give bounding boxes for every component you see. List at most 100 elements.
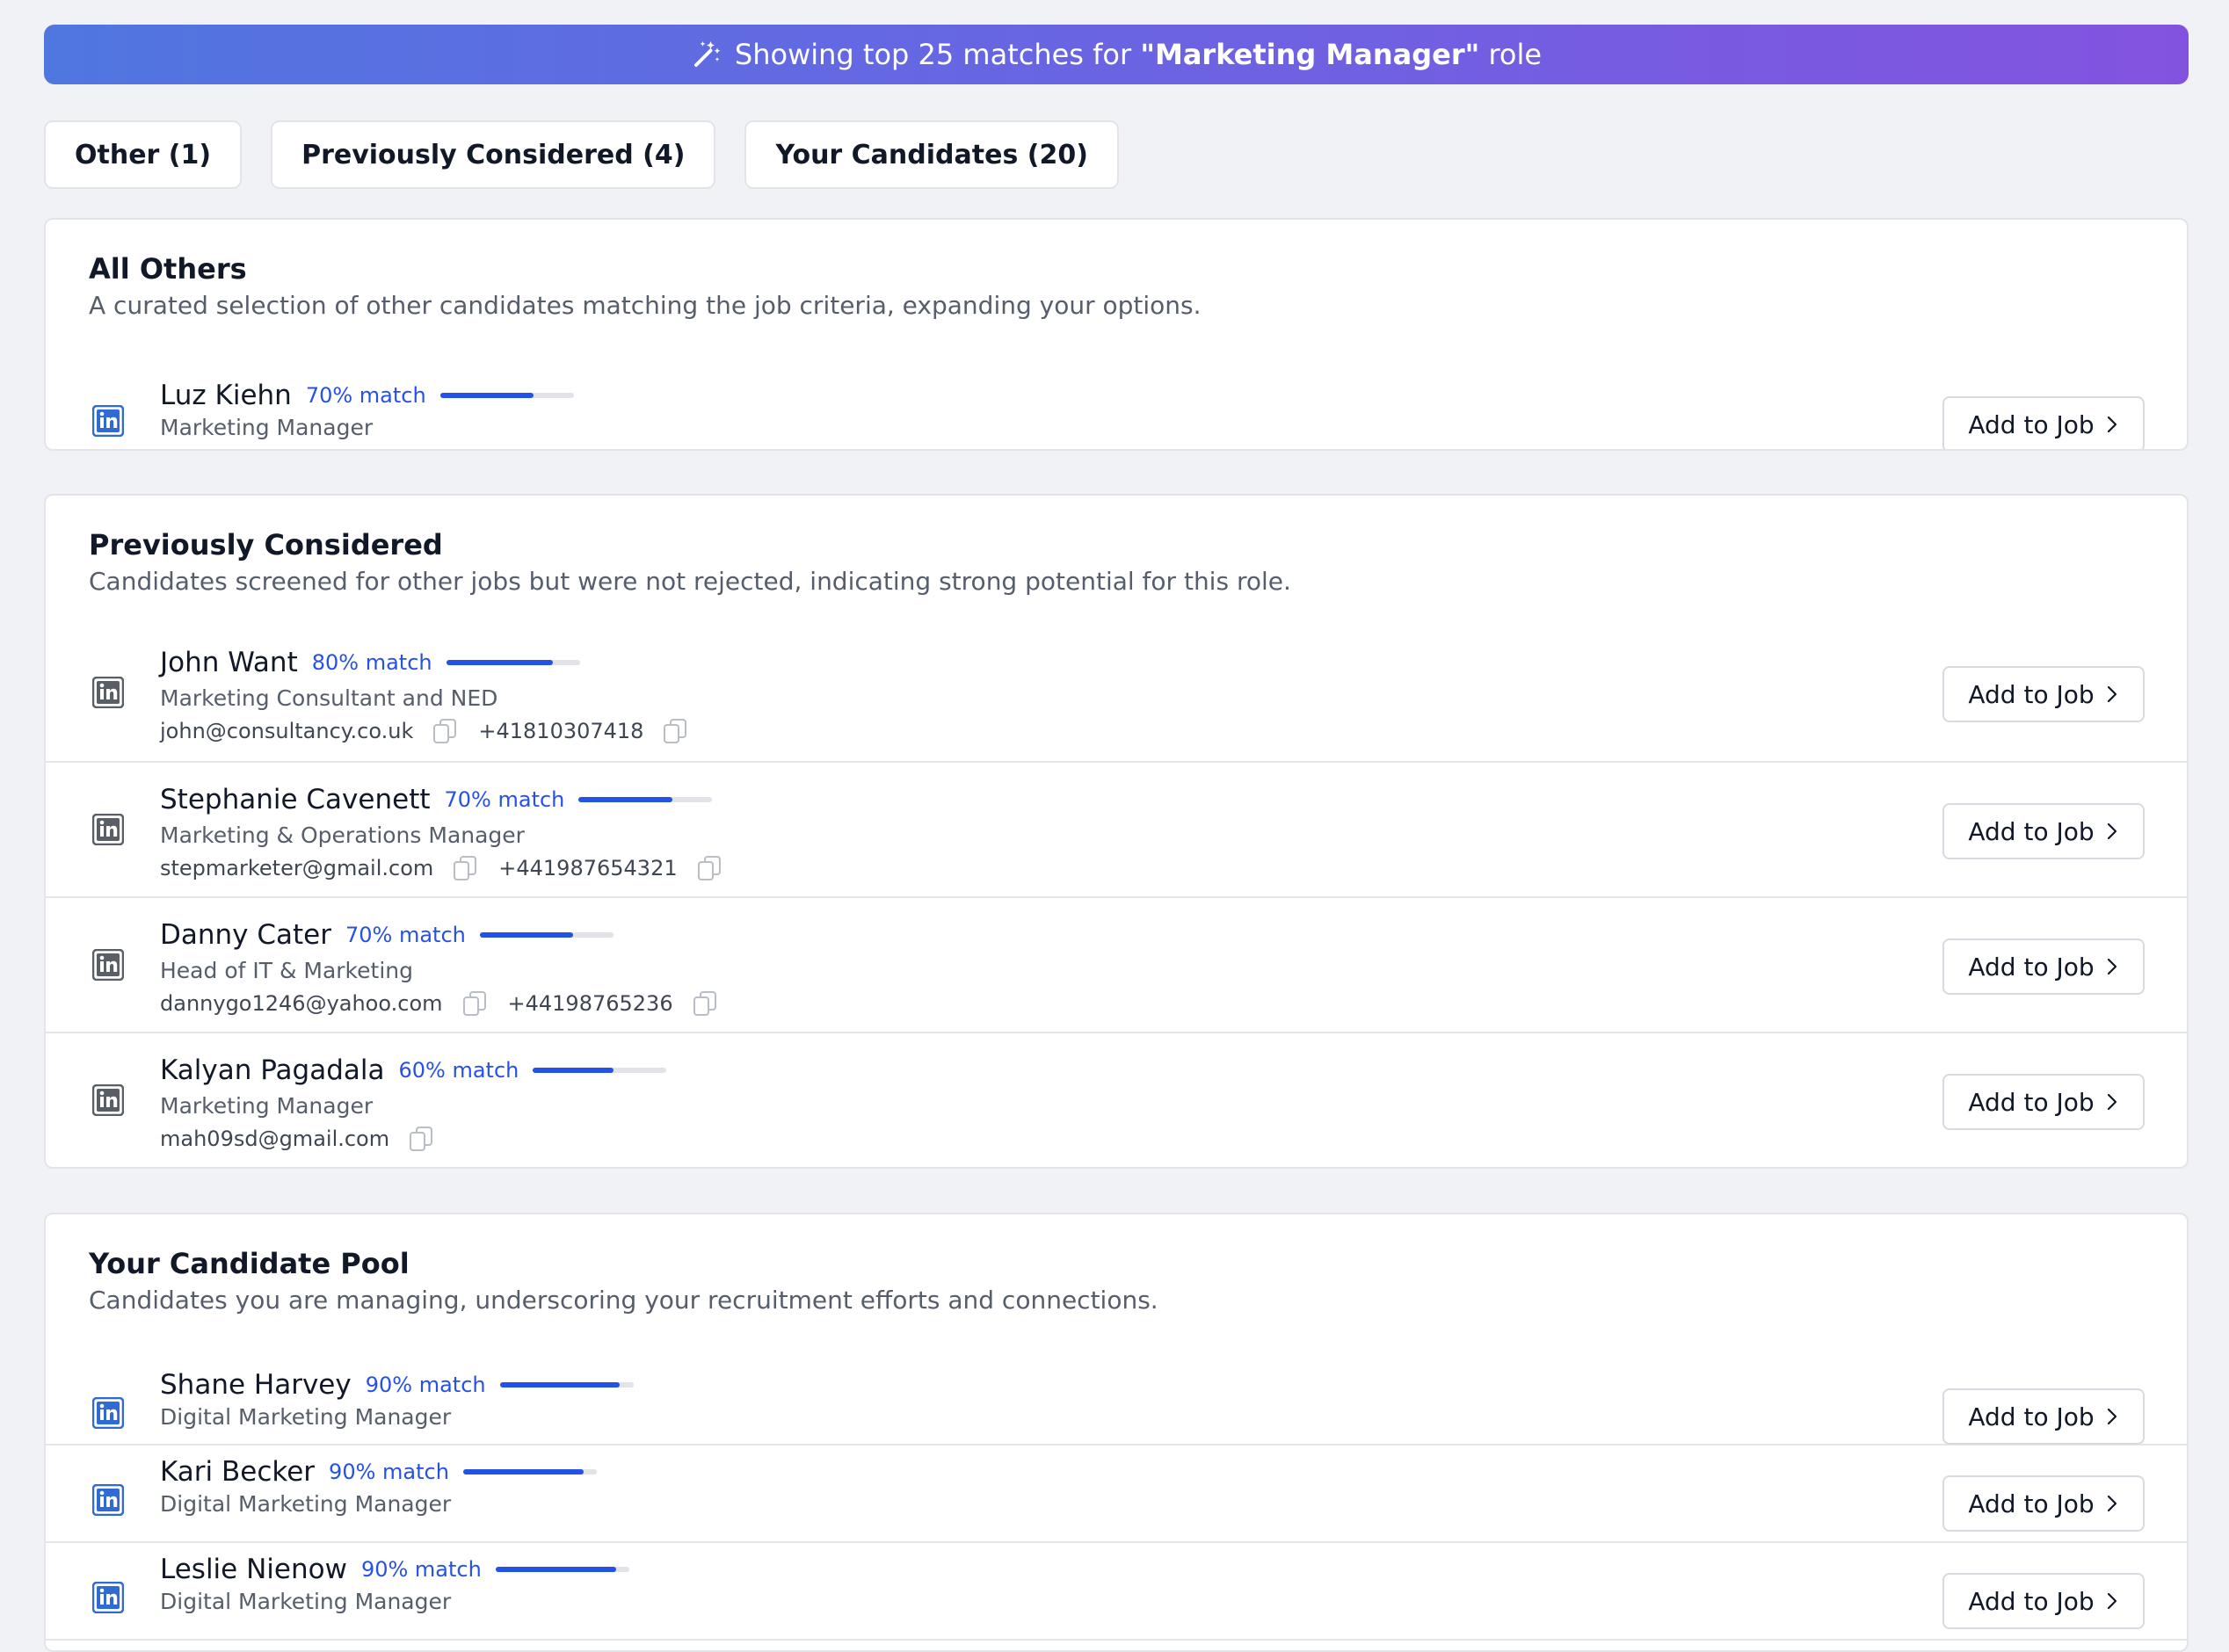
candidate-email: stepmarketer@gmail.com <box>160 856 434 880</box>
match-percentage: 80% match <box>311 650 432 675</box>
copy-icon[interactable] <box>462 990 487 1017</box>
candidate-phone: +441987654321 <box>498 856 678 880</box>
candidate-name: Shane Harvey <box>160 1369 352 1401</box>
candidate-name: Stephanie Cavenett <box>160 784 431 815</box>
match-bar <box>439 393 574 398</box>
linkedin-icon[interactable] <box>91 1396 125 1430</box>
copy-icon[interactable] <box>693 990 717 1017</box>
chevron-right-icon <box>2105 685 2119 704</box>
add-to-job-button[interactable]: Add to Job <box>1942 396 2145 449</box>
candidate-row: Shane Harvey 90% match Digital Marketing M… <box>46 1353 2187 1446</box>
candidate-title: Marketing Manager <box>160 1093 374 1119</box>
linkedin-icon[interactable] <box>91 948 125 982</box>
add-to-job-button[interactable]: Add to Job <box>1942 803 2145 859</box>
candidate-row: Luz Kiehn 70% match Marketing Manager Ad… <box>46 360 2187 449</box>
candidate-title: Marketing Consultant and NED <box>160 685 498 711</box>
match-percentage: 90% match <box>329 1460 449 1484</box>
copy-icon[interactable] <box>453 855 477 881</box>
match-bar-fill <box>578 797 672 802</box>
candidate-row: John Want 80% match Marketing Consultant a… <box>46 626 2187 763</box>
tab-other[interactable]: Other (1) <box>44 120 243 189</box>
section-title: Previously Considered <box>89 528 443 562</box>
section-all-others: All Others A curated selection of other … <box>44 218 2189 451</box>
tab-your-candidates[interactable]: Your Candidates (20) <box>744 120 1119 189</box>
copy-icon[interactable] <box>432 718 457 744</box>
match-percentage: 90% match <box>365 1373 486 1397</box>
candidate-name-line: Shane Harvey 90% match <box>160 1367 634 1402</box>
add-to-job-button[interactable]: Add to Job <box>1942 1475 2145 1532</box>
candidate-title: Marketing Manager <box>160 415 374 440</box>
match-bar-fill <box>533 1068 614 1073</box>
match-bar-fill <box>499 1382 621 1388</box>
chevron-right-icon <box>2105 1092 2119 1112</box>
match-bar-fill <box>495 1567 616 1572</box>
linkedin-icon[interactable] <box>91 1083 125 1117</box>
match-bar <box>479 932 614 938</box>
add-to-job-label: Add to Job <box>1968 1586 2095 1616</box>
chevron-right-icon <box>2105 1407 2119 1426</box>
candidate-name-line: Kalyan Pagadala 60% match <box>160 1053 667 1088</box>
match-bar <box>578 797 713 802</box>
add-to-job-label: Add to Job <box>1968 1087 2095 1117</box>
match-bar <box>533 1068 667 1073</box>
candidate-email: dannygo1246@yahoo.com <box>160 991 443 1016</box>
add-to-job-label: Add to Job <box>1968 679 2095 709</box>
linkedin-icon[interactable] <box>91 404 125 438</box>
candidate-email: john@consultancy.co.uk <box>160 719 414 743</box>
match-percentage: 70% match <box>345 923 466 947</box>
candidate-name: Danny Cater <box>160 919 331 951</box>
filter-tabs: Other (1) Previously Considered (4) Your… <box>44 120 1119 189</box>
copy-icon[interactable] <box>409 1126 433 1152</box>
candidate-title: Digital Marketing Manager <box>160 1491 452 1517</box>
banner-prefix: Showing top 25 matches for <box>734 38 1141 71</box>
match-percentage: 90% match <box>360 1557 482 1582</box>
linkedin-icon[interactable] <box>91 1581 125 1614</box>
match-bar <box>462 1469 597 1474</box>
candidate-row: Leslie Nienow 90% match Digital Marketing … <box>46 1543 2187 1641</box>
section-description: Candidates you are managing, underscorin… <box>89 1286 1158 1315</box>
add-to-job-button[interactable]: Add to Job <box>1942 938 2145 995</box>
candidate-row: Stephanie Cavenett 70% match Marketing & O… <box>46 763 2187 898</box>
candidate-row: Kari Becker 90% match Digital Marketing Ma… <box>46 1446 2187 1543</box>
chevron-right-icon <box>2105 822 2119 841</box>
candidate-phone: +41810307418 <box>478 719 644 743</box>
contact-line: dannygo1246@yahoo.com +44198765236 <box>160 990 738 1017</box>
candidate-name-line: Luz Kiehn 70% match <box>160 378 574 413</box>
magic-wand-icon <box>691 39 722 70</box>
add-to-job-button[interactable]: Add to Job <box>1942 1388 2145 1445</box>
linkedin-icon[interactable] <box>91 1483 125 1517</box>
candidate-title: Marketing & Operations Manager <box>160 822 525 848</box>
copy-icon[interactable] <box>663 718 687 744</box>
match-bar <box>499 1382 634 1388</box>
candidate-row: Danny Cater 70% match Head of IT & Marketi… <box>46 898 2187 1033</box>
tab-previously-considered[interactable]: Previously Considered (4) <box>271 120 716 189</box>
banner-role: "Marketing Manager" <box>1140 38 1480 71</box>
match-percentage: 60% match <box>398 1058 519 1083</box>
candidate-email: mah09sd@gmail.com <box>160 1127 390 1151</box>
match-bar-fill <box>439 393 534 398</box>
chevron-right-icon <box>2105 1591 2119 1611</box>
candidate-title: Digital Marketing Manager <box>160 1589 452 1614</box>
candidate-name-line: Kari Becker 90% match <box>160 1454 597 1489</box>
match-bar-fill <box>462 1469 584 1474</box>
add-to-job-button[interactable]: Add to Job <box>1942 1573 2145 1629</box>
chevron-right-icon <box>2105 957 2119 976</box>
candidate-phone: +44198765236 <box>507 991 673 1016</box>
add-to-job-button[interactable]: Add to Job <box>1942 1074 2145 1130</box>
copy-icon[interactable] <box>697 855 722 881</box>
match-bar <box>446 660 580 665</box>
candidate-title: Head of IT & Marketing <box>160 958 413 983</box>
section-description: Candidates screened for other jobs but w… <box>89 567 1291 596</box>
candidate-name: Kari Becker <box>160 1456 316 1488</box>
linkedin-icon[interactable] <box>91 813 125 846</box>
contact-line: john@consultancy.co.uk +41810307418 <box>160 718 708 744</box>
candidate-name: Luz Kiehn <box>160 380 292 411</box>
match-bar-fill <box>446 660 554 665</box>
matches-banner: Showing top 25 matches for "Marketing Ma… <box>44 25 2189 84</box>
match-percentage: 70% match <box>444 787 565 812</box>
match-percentage: 70% match <box>305 383 426 408</box>
linkedin-icon[interactable] <box>91 676 125 709</box>
add-to-job-label: Add to Job <box>1968 816 2095 846</box>
candidate-name-line: Danny Cater 70% match <box>160 917 614 953</box>
add-to-job-button[interactable]: Add to Job <box>1942 666 2145 722</box>
